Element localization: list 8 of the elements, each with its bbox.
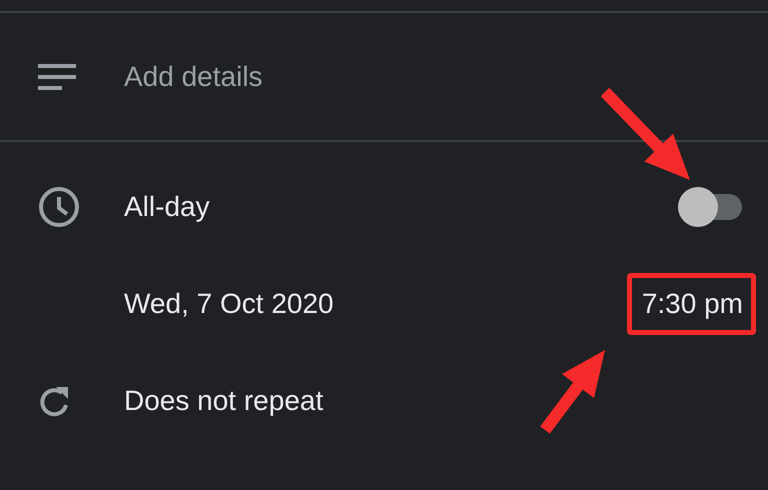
notes-icon (38, 64, 76, 90)
start-time[interactable]: 7:30 pm (642, 288, 743, 320)
clock-icon (38, 186, 80, 228)
details-field[interactable]: Add details (124, 60, 742, 92)
start-date[interactable]: Wed, 7 Oct 2020 (124, 288, 334, 320)
repeat-label[interactable]: Does not repeat (124, 384, 324, 416)
all-day-switch[interactable] (678, 186, 742, 226)
all-day-label: All-day (124, 190, 210, 222)
